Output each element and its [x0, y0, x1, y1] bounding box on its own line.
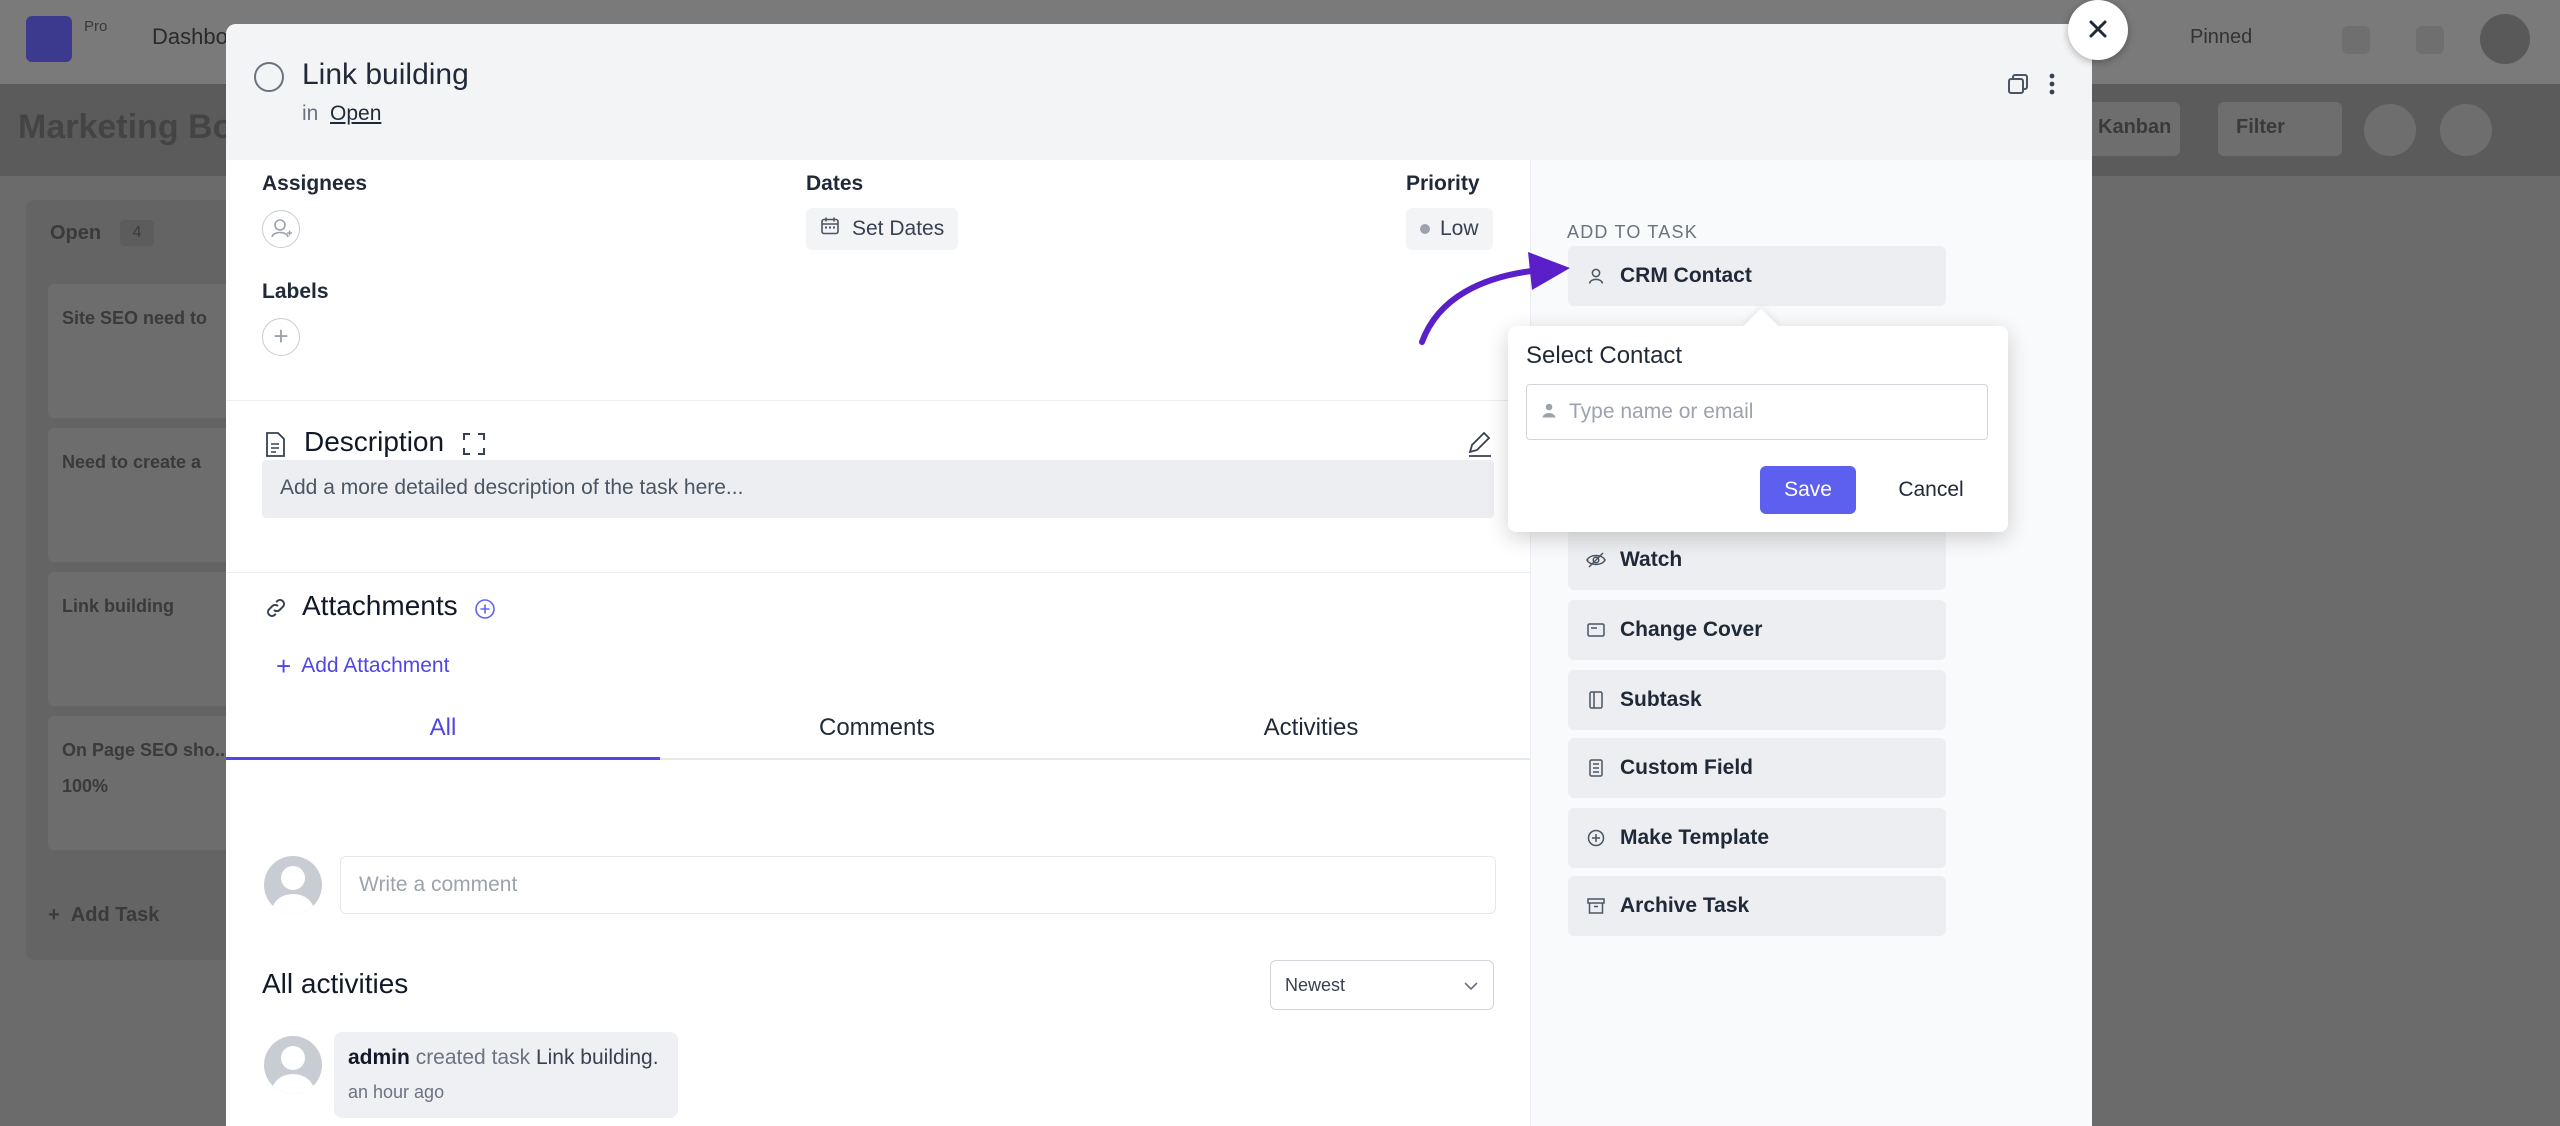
tab-comments[interactable]: Comments [660, 704, 1094, 760]
custom-field-label: Custom Field [1620, 756, 1754, 779]
modal-header: Link building in Open [226, 24, 2092, 160]
comment-input[interactable]: Write a comment [340, 856, 1496, 914]
notification-icon [2342, 26, 2370, 54]
change-cover-button[interactable]: Change Cover [1568, 600, 1946, 660]
app-logo [26, 16, 72, 62]
tab-activities[interactable]: Activities [1094, 704, 1528, 760]
column-count: 4 [120, 220, 154, 246]
stage-prefix: in [302, 102, 319, 125]
add-to-task-heading: ADD TO TASK [1567, 222, 1698, 242]
add-assignee-button[interactable] [262, 210, 300, 248]
activities-title: All activities [262, 968, 409, 999]
priority-value: Low [1440, 217, 1479, 240]
add-attachment-link[interactable]: + Add Attachment [276, 651, 450, 681]
edit-icon[interactable] [1466, 430, 1494, 463]
complete-task-toggle[interactable] [254, 62, 284, 92]
make-template-button[interactable]: Make Template [1568, 808, 1946, 868]
task-details: Assignees Dates Set Dates Priority Low L… [226, 160, 1530, 1126]
description-input[interactable]: Add a more detailed description of the t… [262, 460, 1494, 518]
labels-label: Labels [262, 280, 329, 303]
subtask-label: Subtask [1620, 688, 1702, 711]
contact-search-input[interactable]: Type name or email [1526, 384, 1988, 440]
plus-icon: + [276, 651, 292, 681]
activity-verb: created task [415, 1046, 531, 1069]
activity-time: an hour ago [348, 1082, 445, 1102]
dates-label: Dates [806, 172, 864, 195]
change-cover-label: Change Cover [1620, 618, 1763, 641]
app-logo-text: Pro [84, 18, 108, 35]
activity-user: admin [348, 1046, 410, 1069]
commenter-avatar [264, 856, 322, 914]
calendar-icon [820, 216, 840, 242]
set-dates-button[interactable]: Set Dates [806, 208, 959, 250]
nav-pinned: Pinned [2190, 26, 2253, 48]
subtask-button[interactable]: Subtask [1568, 670, 1946, 730]
eye-icon [1586, 550, 1606, 570]
add-task-button: + Add Task [48, 904, 160, 926]
sort-value: Newest [1285, 974, 1346, 995]
add-label-button[interactable]: + [262, 318, 300, 356]
divider [226, 400, 1530, 401]
view-switch: Kanban [2080, 102, 2180, 156]
make-template-label: Make Template [1620, 826, 1769, 849]
close-modal-button[interactable] [2068, 0, 2128, 60]
add-attachment-icon[interactable] [474, 598, 496, 625]
add-attachment-label: Add Attachment [301, 654, 450, 677]
subtask-icon [1586, 690, 1606, 710]
archive-task-label: Archive Task [1620, 894, 1750, 917]
chevron-down-icon [1463, 975, 1479, 996]
grid-icon [2416, 26, 2444, 54]
contact-search-placeholder: Type name or email [1569, 400, 1754, 423]
priority-label: Priority [1406, 172, 1480, 195]
annotation-arrow-icon [1419, 252, 1570, 345]
filter-button: Filter [2218, 102, 2342, 156]
stage-link[interactable]: Open [330, 102, 381, 126]
cover-icon [1586, 620, 1606, 640]
archive-task-button[interactable]: Archive Task [1568, 876, 1946, 936]
board-title: Marketing Boa [18, 108, 253, 146]
column-title: Open [50, 222, 102, 244]
cancel-button[interactable]: Cancel [1874, 466, 1988, 514]
assignees-label: Assignees [262, 172, 368, 195]
activity-tabs: All Comments Activities [226, 704, 1530, 760]
activity-text: admin created task Link building. [348, 1046, 664, 1070]
save-button[interactable]: Save [1760, 466, 1856, 514]
custom-field-icon [1586, 758, 1606, 778]
attachments-title: Attachments [302, 590, 458, 621]
more-options-icon[interactable] [2040, 72, 2068, 100]
document-icon [264, 432, 286, 463]
template-icon [1586, 828, 1606, 848]
task-title[interactable]: Link building [302, 58, 469, 92]
copy-icon[interactable] [2006, 72, 2034, 100]
expand-icon[interactable] [462, 432, 486, 461]
watch-label: Watch [1620, 548, 1683, 571]
member-avatar [2440, 104, 2492, 156]
set-dates-label: Set Dates [852, 217, 945, 240]
archive-icon [1586, 896, 1606, 916]
crm-contact-button[interactable]: CRM Contact [1568, 246, 1946, 306]
priority-select[interactable]: Low [1406, 208, 1493, 250]
link-icon [264, 596, 288, 625]
activity-sort-select[interactable]: Newest [1270, 960, 1494, 1010]
close-icon [2089, 20, 2107, 38]
activity-item: admin created task Link building. an hou… [334, 1032, 678, 1118]
custom-field-button[interactable]: Custom Field [1568, 738, 1946, 798]
description-title: Description [304, 426, 445, 457]
user-avatar [2480, 14, 2530, 64]
user-icon [1541, 400, 1557, 424]
crm-contact-label: CRM Contact [1620, 264, 1752, 287]
tab-all[interactable]: All [226, 704, 660, 760]
settings-icon [2364, 104, 2416, 156]
activity-object: Link building. [535, 1046, 659, 1069]
priority-dot [1420, 224, 1430, 234]
watch-button[interactable]: Watch [1568, 530, 1946, 590]
select-contact-popover: Select Contact Type name or email Save C… [1508, 326, 2008, 532]
activity-avatar [264, 1036, 322, 1094]
user-icon [1586, 266, 1606, 286]
divider [226, 572, 1530, 573]
